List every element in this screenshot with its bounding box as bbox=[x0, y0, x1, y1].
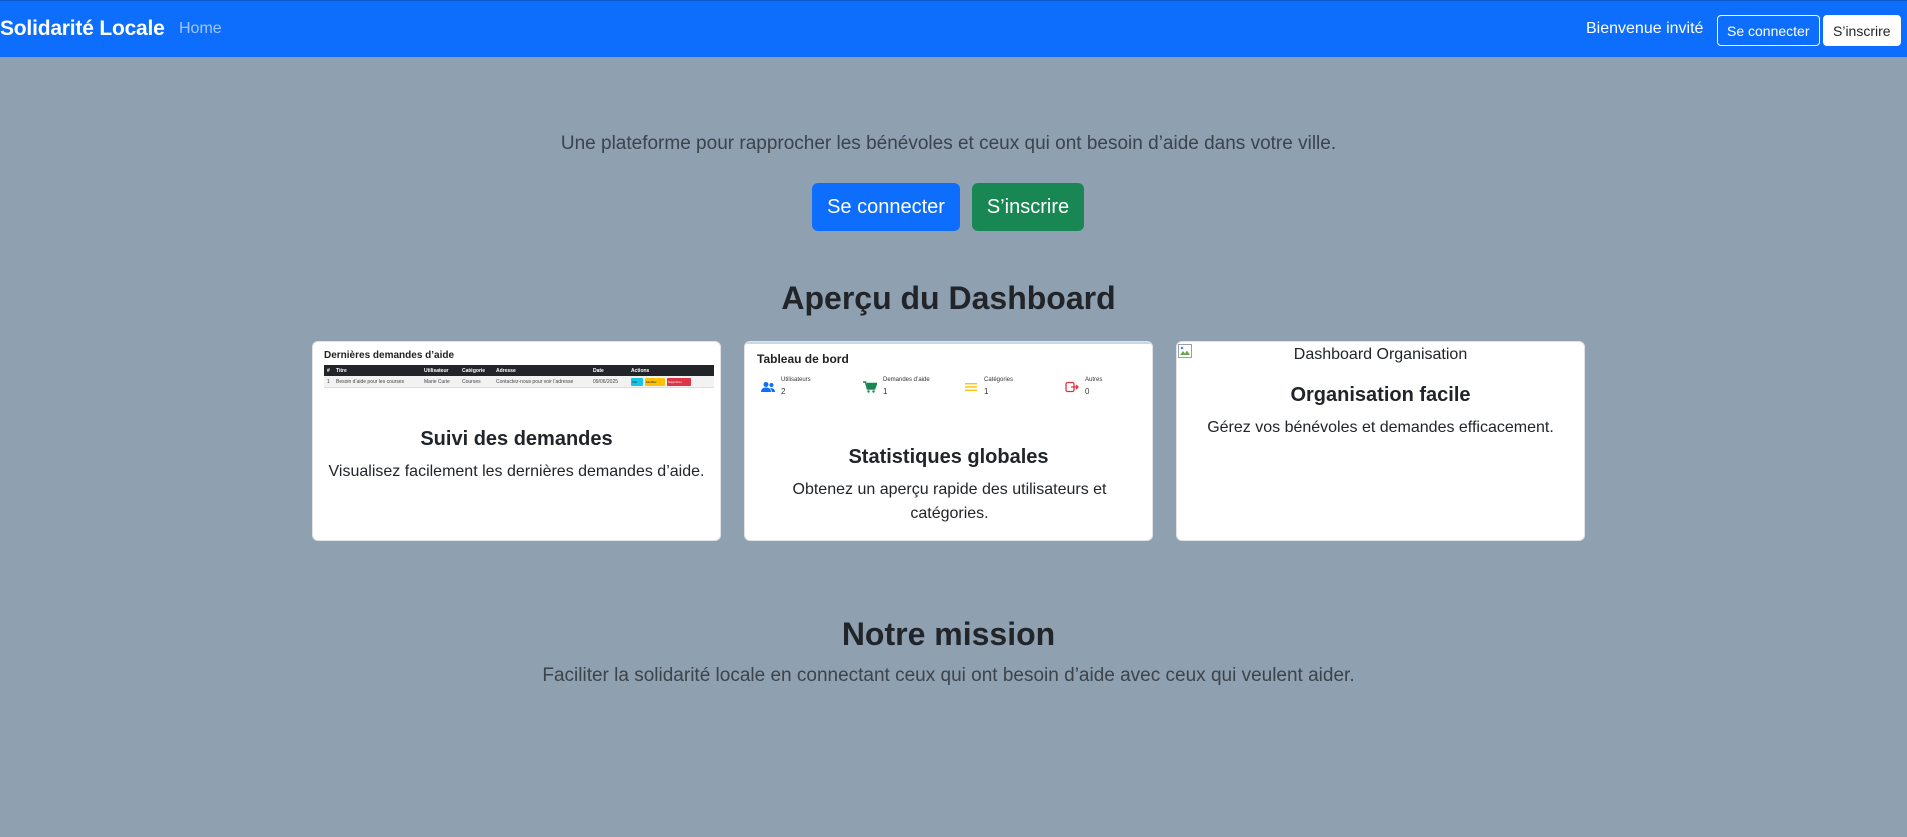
table-cell: 09/06/2025 bbox=[593, 378, 619, 385]
statistics-preview-image: Tableau de bord Utilisateurs 2 Demandes … bbox=[745, 342, 1152, 408]
hero-buttons: Se connecter S’inscrire bbox=[812, 183, 1084, 231]
preview-dashboard-title: Tableau de bord bbox=[757, 352, 849, 366]
stat-value: 2 bbox=[781, 387, 786, 396]
table-cell: Besoin d’aide pour les courses bbox=[336, 378, 405, 385]
stat-categories: Catégories 1 bbox=[964, 377, 1064, 407]
list-icon bbox=[964, 381, 978, 393]
stat-others: Autres 0 bbox=[1065, 377, 1152, 407]
preview-table-header: # Titre Utilisateur Catégorie Adresse Da… bbox=[324, 365, 714, 376]
delete-mini-button: Supprimer bbox=[667, 377, 691, 386]
table-cell: Courses bbox=[462, 378, 481, 385]
card-statistics: Tableau de bord Utilisateurs 2 Demandes … bbox=[744, 341, 1153, 541]
card-organisation: Dashboard Organisation Organisation faci… bbox=[1176, 341, 1585, 541]
dashboard-section-title: Aperçu du Dashboard bbox=[781, 280, 1116, 316]
stat-value: 1 bbox=[984, 387, 989, 396]
mission-text: Faciliter la solidarité locale en connec… bbox=[542, 665, 1355, 686]
mission-section-title: Notre mission bbox=[841, 616, 1056, 652]
view-mini-button: Voir bbox=[631, 377, 643, 386]
card-text: Obtenez un aperçu rapide des utilisateur… bbox=[792, 481, 1107, 522]
table-cell: Marie Curie bbox=[424, 378, 450, 385]
image-alt-text: Dashboard Organisation bbox=[1293, 346, 1468, 363]
stat-label: Utilisateurs bbox=[781, 377, 811, 383]
col-header: Titre bbox=[336, 367, 347, 374]
card-text: Gérez vos bénévoles et demandes efficace… bbox=[1207, 419, 1554, 436]
nav-login-button[interactable]: Se connecter bbox=[1717, 15, 1820, 46]
stat-requests: Demandes d’aide 1 bbox=[863, 377, 963, 407]
preview-table-title: Dernières demandes d’aide bbox=[324, 350, 455, 361]
col-header: # bbox=[327, 367, 330, 374]
card-title: Statistiques globales bbox=[848, 446, 1049, 468]
stat-label: Autres bbox=[1085, 377, 1103, 383]
hero-login-button[interactable]: Se connecter bbox=[812, 183, 960, 231]
table-actions: Voir Modifier Supprimer bbox=[631, 377, 701, 386]
brand-link[interactable]: Solidarité Locale bbox=[0, 17, 165, 41]
nav-home-link[interactable]: Home bbox=[179, 20, 222, 38]
hero-tagline: Une plateforme pour rapprocher les bénév… bbox=[560, 133, 1337, 154]
stat-label: Catégories bbox=[984, 377, 1014, 383]
card-text: Visualisez facilement les dernières dema… bbox=[328, 463, 705, 480]
stat-users: Utilisateurs 2 bbox=[761, 377, 861, 407]
users-icon bbox=[761, 381, 775, 393]
col-header: Catégorie bbox=[462, 367, 486, 374]
stat-value: 1 bbox=[883, 387, 888, 396]
card-title: Suivi des demandes bbox=[420, 428, 613, 450]
table-cell: Contactez-nous pour voir l’adresse bbox=[496, 378, 574, 385]
col-header: Utilisateur bbox=[424, 367, 449, 374]
navbar: Solidarité Locale Home Bienvenue invité … bbox=[0, 0, 1907, 57]
stat-label: Demandes d’aide bbox=[883, 377, 930, 383]
cart-icon bbox=[863, 381, 878, 393]
col-header: Adresse bbox=[496, 367, 516, 374]
welcome-text: Bienvenue invité bbox=[1586, 20, 1704, 37]
requests-preview-image: Dernières demandes d’aide # Titre Utilis… bbox=[324, 350, 714, 388]
stat-value: 0 bbox=[1085, 387, 1090, 396]
col-header: Actions bbox=[631, 367, 650, 374]
card-requests: Dernières demandes d’aide # Titre Utilis… bbox=[312, 341, 721, 541]
exit-icon bbox=[1065, 381, 1079, 393]
edit-mini-button: Modifier bbox=[645, 377, 665, 386]
nav-signup-button[interactable]: S’inscrire bbox=[1823, 15, 1901, 46]
card-title: Organisation facile bbox=[1290, 384, 1471, 406]
col-header: Date bbox=[593, 367, 604, 374]
table-row: 1 Besoin d’aide pour les courses Marie C… bbox=[324, 376, 714, 388]
hero-signup-button[interactable]: S’inscrire bbox=[972, 183, 1084, 231]
table-cell: 1 bbox=[327, 378, 330, 385]
